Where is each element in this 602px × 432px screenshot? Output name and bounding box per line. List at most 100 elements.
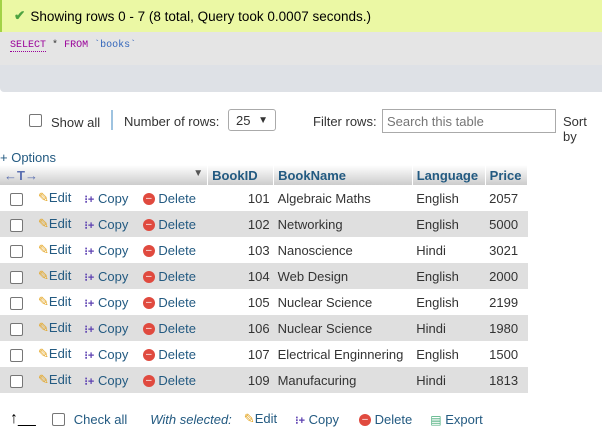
cell-price[interactable]: 3021 (485, 237, 527, 263)
sort-label: Sort by (563, 114, 587, 144)
copy-button[interactable]: ⁝+ Copy (80, 367, 139, 393)
cell-price[interactable]: 2057 (485, 185, 527, 211)
cell-language[interactable]: English (412, 211, 486, 237)
copy-button[interactable]: ⁝+ Copy (80, 315, 139, 341)
bulk-delete-button[interactable]: – Delete (359, 412, 412, 427)
num-rows-value: 25 (236, 113, 251, 128)
copy-icon: ⁝+ (84, 349, 95, 362)
cell-price[interactable]: 2199 (485, 289, 527, 315)
cell-language[interactable]: English (412, 185, 485, 211)
cell-language[interactable]: English (412, 263, 486, 289)
filter-input[interactable] (382, 109, 556, 133)
bulk-edit-button[interactable]: ✎Edit (244, 411, 277, 427)
export-icon: ▤ (430, 412, 442, 427)
cell-bookid[interactable]: 102 (207, 211, 274, 237)
delete-button[interactable]: – Delete (138, 263, 208, 289)
sql-select[interactable]: SELECT (10, 40, 47, 52)
copy-button[interactable]: ⁝+ Copy (80, 263, 139, 289)
edit-button[interactable]: ✎Edit (34, 263, 81, 289)
col-price[interactable]: Price (485, 165, 529, 185)
cell-bookid[interactable]: 104 (207, 263, 274, 289)
cell-price[interactable]: 1813 (485, 367, 528, 393)
copy-icon: ⁝+ (84, 193, 95, 206)
edit-button[interactable]: ✎Edit (34, 185, 80, 211)
export-button[interactable]: ▤ Export (430, 412, 483, 427)
cell-bookid[interactable]: 107 (208, 341, 274, 367)
cell-bookname[interactable]: Electrical Enginnering (274, 341, 413, 367)
delete-button[interactable]: – Delete (139, 237, 208, 263)
cell-language[interactable]: Hindi (412, 237, 485, 263)
edit-label: Edit (48, 372, 72, 387)
row-checkbox[interactable] (10, 296, 23, 310)
delete-button[interactable]: – Delete (138, 367, 208, 393)
table-row: ✎Edit ⁝+ Copy – Delete 103 Nanoscience H… (0, 237, 528, 263)
edit-button[interactable]: ✎Edit (34, 315, 81, 341)
cell-language[interactable]: Hindi (412, 315, 486, 341)
cell-price[interactable]: 1500 (485, 341, 527, 367)
row-checkbox[interactable] (10, 218, 23, 232)
copy-button[interactable]: ⁝+ Copy (80, 341, 138, 367)
copy-label: Copy (97, 372, 129, 388)
cell-bookname[interactable]: Web Design (273, 263, 413, 289)
row-checkbox[interactable] (10, 322, 23, 336)
copy-button[interactable]: ⁝+ Copy (80, 185, 138, 211)
edit-button[interactable]: ✎Edit (34, 367, 81, 393)
delete-icon: – (142, 323, 155, 336)
delete-button[interactable]: – Delete (139, 185, 208, 211)
show-all-checkbox[interactable] (29, 114, 42, 127)
row-checkbox[interactable] (10, 192, 23, 206)
copy-icon: ⁝+ (84, 271, 95, 284)
cell-bookid[interactable]: 103 (208, 237, 274, 263)
copy-label: Copy (97, 242, 129, 258)
cell-price[interactable]: 1980 (485, 315, 528, 341)
row-checkbox[interactable] (10, 374, 23, 388)
col-bookid[interactable]: BookID (207, 165, 275, 185)
edit-button[interactable]: ✎Edit (34, 211, 81, 237)
cell-language[interactable]: English (412, 289, 485, 315)
delete-button[interactable]: – Delete (139, 341, 208, 367)
cell-bookname[interactable]: Manufacuring (273, 367, 413, 393)
delete-icon: – (142, 271, 155, 284)
edit-button[interactable]: ✎Edit (34, 289, 80, 315)
col-language[interactable]: Language (412, 165, 486, 185)
copy-button[interactable]: ⁝+ Copy (80, 211, 139, 237)
cell-bookid[interactable]: 105 (208, 289, 274, 315)
row-checkbox[interactable] (10, 348, 23, 362)
copy-button[interactable]: ⁝+ Copy (80, 237, 138, 263)
copy-button[interactable]: ⁝+ Copy (80, 289, 138, 315)
cell-price[interactable]: 5000 (485, 211, 528, 237)
cell-bookname[interactable]: Nuclear Science (274, 289, 413, 315)
cell-bookname[interactable]: Networking (273, 211, 413, 237)
delete-button[interactable]: – Delete (138, 211, 208, 237)
edit-label: Edit (48, 216, 72, 231)
column-arrows-icon[interactable]: ←T→ (4, 168, 38, 183)
cell-language[interactable]: Hindi (412, 367, 486, 393)
cell-bookid[interactable]: 109 (207, 367, 274, 393)
cell-language[interactable]: English (412, 341, 485, 367)
row-checkbox[interactable] (10, 244, 23, 258)
cell-price[interactable]: 2000 (485, 263, 528, 289)
copy-icon: ⁝+ (84, 323, 95, 336)
num-rows-select[interactable]: 25 ▼ (228, 109, 276, 131)
delete-button[interactable]: – Delete (138, 315, 208, 341)
pencil-icon: ✎ (38, 242, 49, 257)
cell-bookname[interactable]: Algebraic Maths (274, 185, 413, 211)
cell-bookname[interactable]: Nanoscience (274, 237, 413, 263)
sort-dropdown-icon[interactable]: ▼ (193, 168, 203, 179)
col-bookname[interactable]: BookName (273, 165, 413, 185)
row-checkbox[interactable] (10, 270, 23, 284)
edit-button[interactable]: ✎Edit (34, 341, 80, 367)
delete-label: Delete (158, 320, 196, 336)
cell-bookname[interactable]: Nuclear Science (273, 315, 413, 341)
check-all-label[interactable]: Check all (74, 412, 127, 427)
delete-button[interactable]: – Delete (139, 289, 208, 315)
options-link[interactable]: + Options (0, 150, 56, 165)
row-checkbox-cell (0, 289, 34, 315)
sql-toolbar (0, 65, 602, 92)
check-all-checkbox[interactable] (51, 412, 65, 426)
cell-bookid[interactable]: 101 (208, 185, 274, 211)
bulk-copy-button[interactable]: ⁝+ Copy (295, 412, 339, 427)
edit-button[interactable]: ✎Edit (34, 237, 80, 263)
cell-bookid[interactable]: 106 (207, 315, 274, 341)
delete-label: Delete (158, 294, 196, 310)
